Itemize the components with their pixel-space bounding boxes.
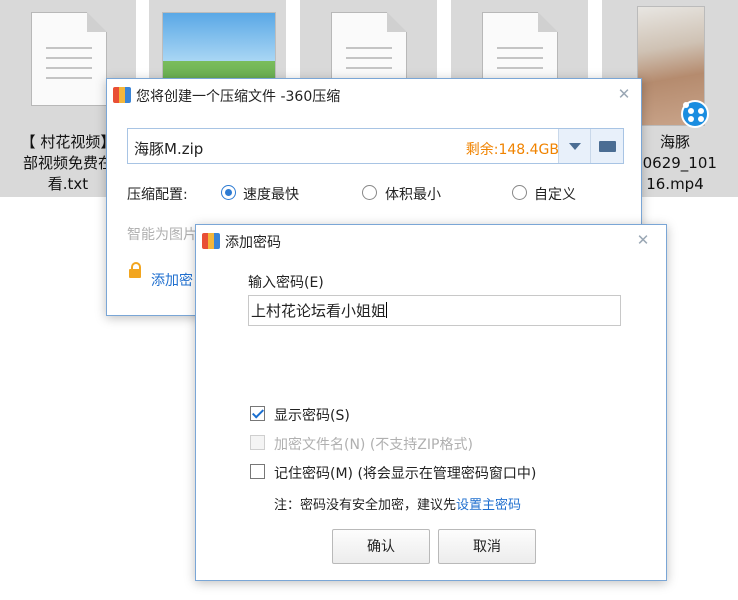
remember-password-label[interactable]: 记住密码(M) (将会显示在管理密码窗口中)	[274, 463, 536, 483]
chevron-down-icon[interactable]	[558, 129, 591, 163]
dialog-title: 您将创建一个压缩文件 -360压缩	[136, 89, 341, 105]
option-custom-radio[interactable]	[512, 185, 527, 200]
option-fastest-label[interactable]: 速度最快	[243, 184, 299, 204]
dialog-title: 添加密码	[225, 235, 281, 251]
show-password-checkbox[interactable]	[250, 406, 265, 421]
close-icon[interactable]: ✕	[634, 232, 652, 248]
show-password-label[interactable]: 显示密码(S)	[274, 405, 350, 425]
add-password-link[interactable]: 添加密	[151, 270, 193, 290]
compression-config-label: 压缩配置:	[127, 187, 188, 203]
encrypt-filenames-checkbox	[250, 435, 265, 450]
option-custom-label[interactable]: 自定义	[534, 184, 576, 204]
folder-icon[interactable]	[590, 129, 623, 163]
text-caret	[386, 302, 388, 318]
cancel-button[interactable]: 取消	[438, 529, 536, 564]
archive-path-field[interactable]: 海豚M.zip 剩余:148.4GB	[127, 128, 624, 164]
encrypt-filenames-label: 加密文件名(N) (不支持ZIP格式)	[274, 437, 473, 453]
option-fastest-radio[interactable]	[221, 185, 236, 200]
remember-password-checkbox[interactable]	[250, 464, 265, 479]
confirm-button[interactable]: 确认	[332, 529, 430, 564]
option-smallest-radio[interactable]	[362, 185, 377, 200]
lock-icon	[129, 262, 141, 278]
360zip-app-icon	[113, 87, 131, 103]
archive-path-value[interactable]: 海豚M.zip	[134, 138, 203, 159]
titlebar[interactable]: 添加密码 ✕	[196, 225, 666, 257]
security-note: 注：密码没有安全加密，建议先设置主密码	[274, 494, 521, 513]
password-input[interactable]: 上村花论坛看小姐姐	[248, 295, 621, 326]
free-space-label: 剩余:148.4GB	[465, 142, 559, 158]
set-master-password-link[interactable]: 设置主密码	[456, 498, 521, 513]
titlebar[interactable]: 您将创建一个压缩文件 -360压缩 ✕	[107, 79, 641, 111]
360zip-app-icon	[202, 233, 220, 249]
security-note-text: 注：密码没有安全加密，建议先	[274, 498, 457, 513]
close-icon[interactable]: ✕	[615, 86, 633, 102]
password-input-label: 输入密码(E)	[248, 275, 324, 291]
smart-hint-text: 智能为图片	[127, 227, 197, 243]
password-value: 上村花论坛看小姐姐	[251, 302, 387, 320]
option-smallest-label[interactable]: 体积最小	[385, 184, 441, 204]
text-file-icon	[31, 12, 107, 106]
add-password-dialog: 添加密码 ✕ 输入密码(E) 上村花论坛看小姐姐 显示密码(S) 加密文件名(N…	[195, 224, 667, 581]
video-player-icon	[681, 100, 709, 128]
